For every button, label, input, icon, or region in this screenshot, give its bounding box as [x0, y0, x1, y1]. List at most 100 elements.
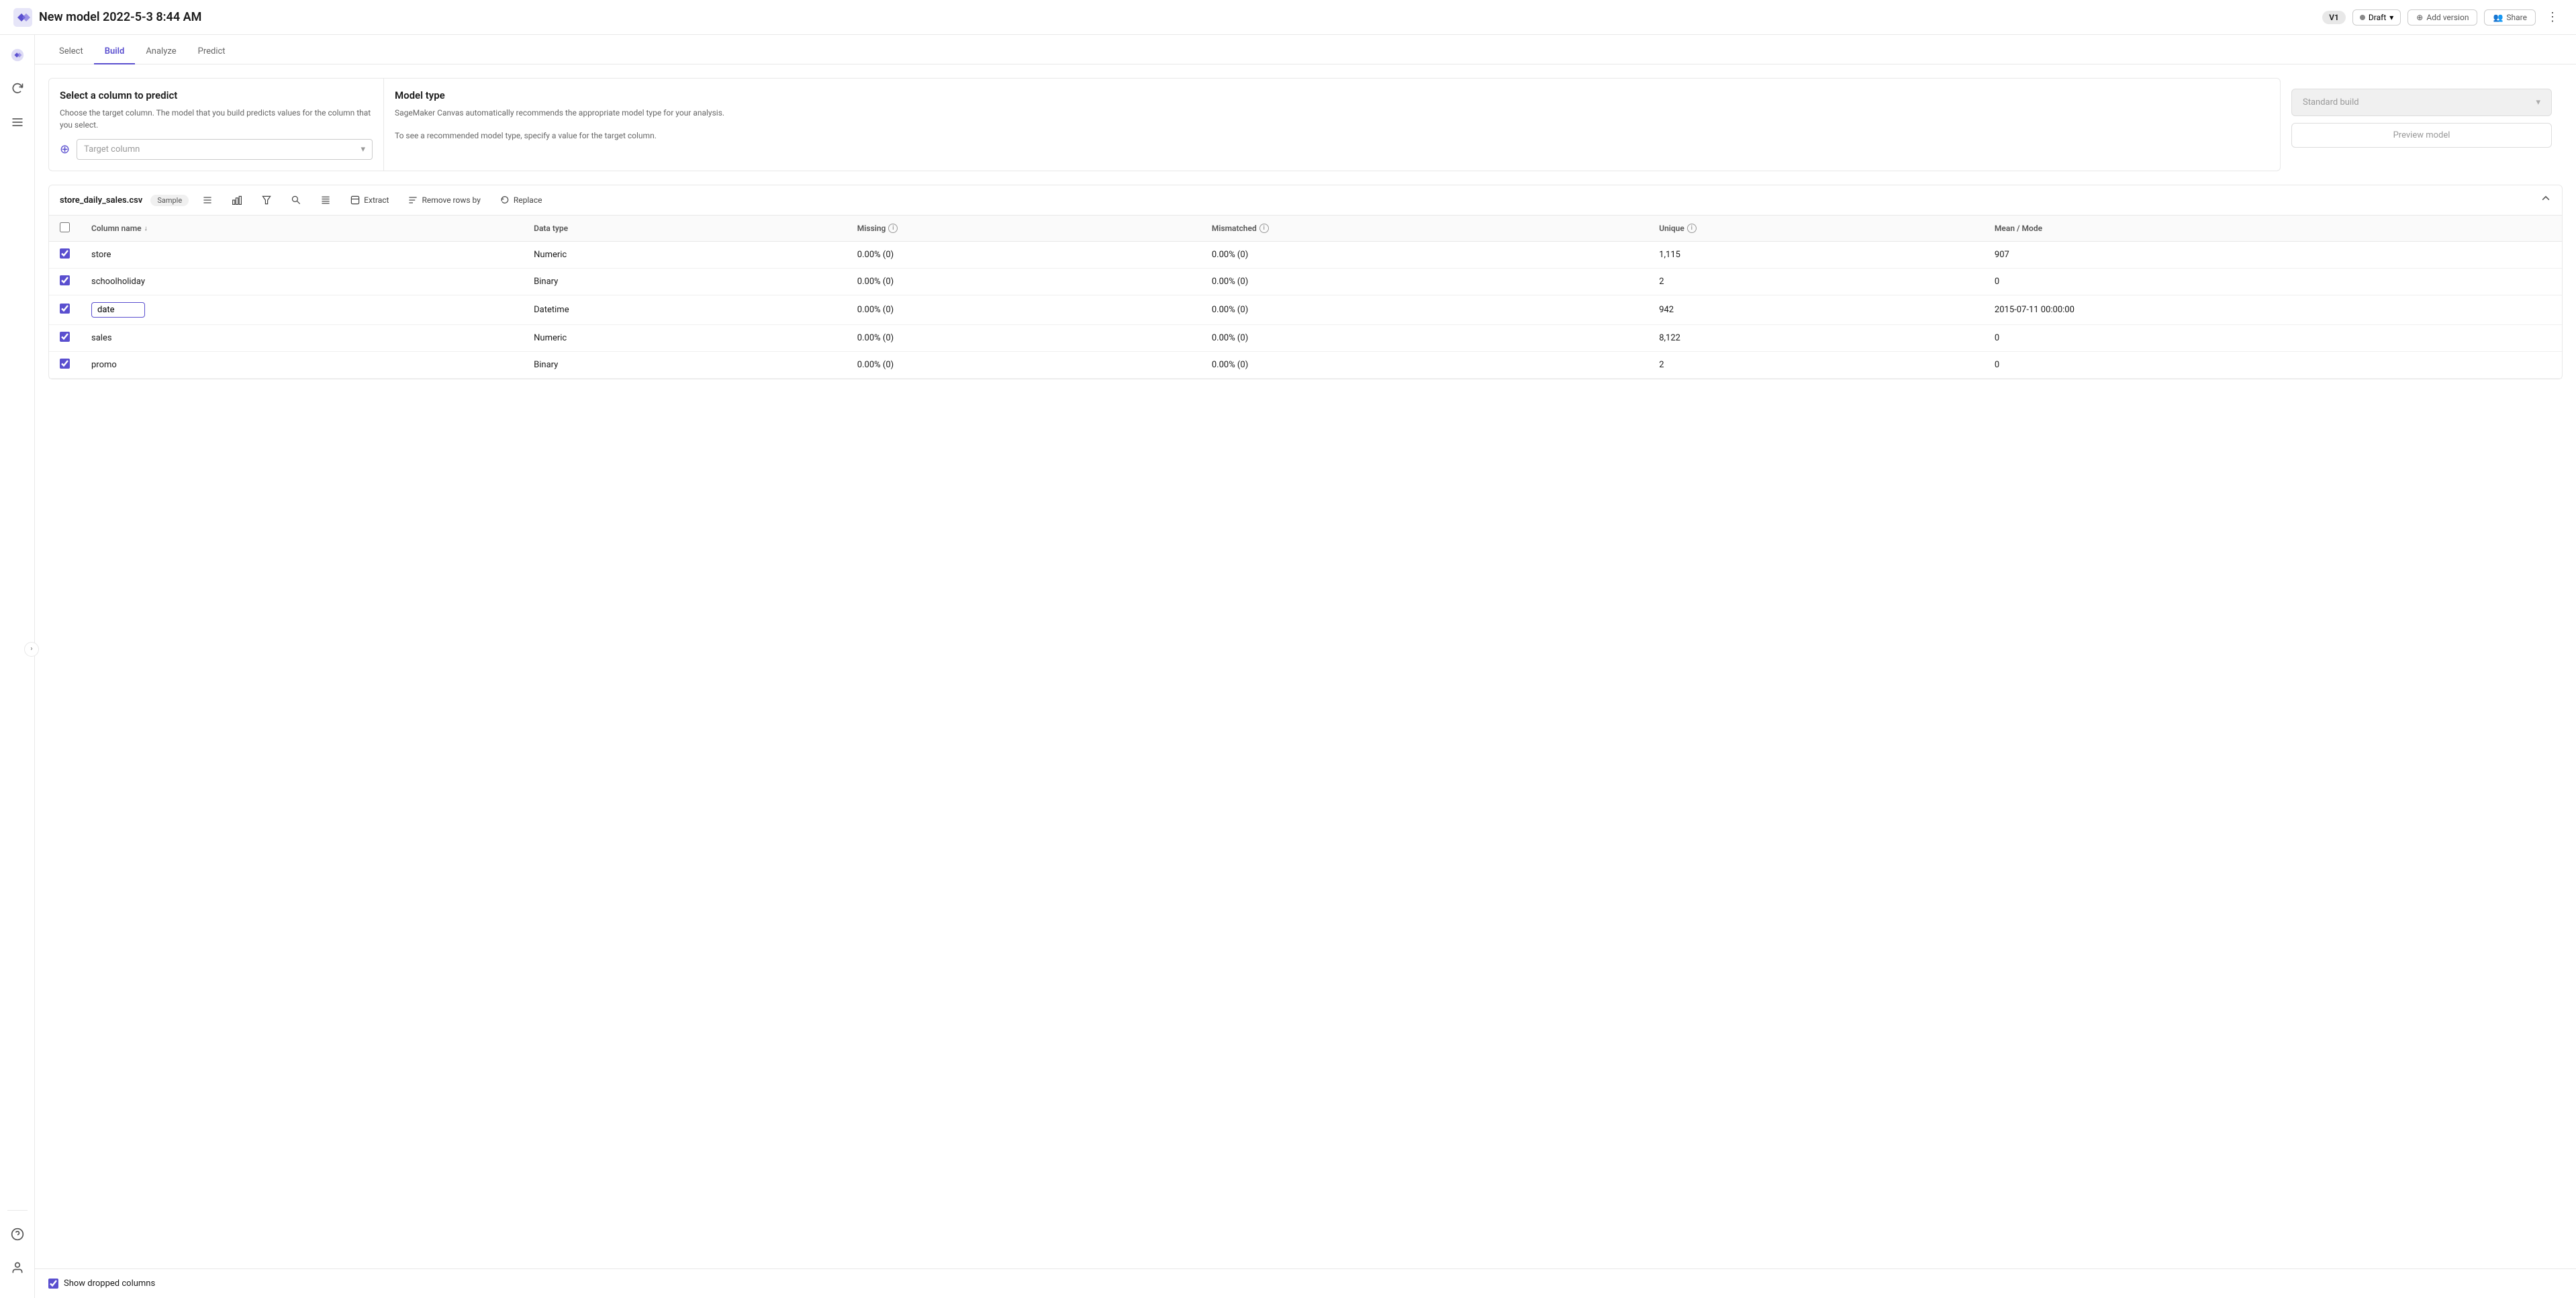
th-missing: Missing i — [847, 216, 1201, 242]
draft-chevron-icon: ▾ — [2389, 13, 2393, 22]
row-1-data-type: Binary — [523, 269, 847, 295]
replace-button[interactable]: Replace — [494, 192, 548, 208]
tab-build[interactable]: Build — [94, 40, 136, 64]
tabs-bar: Select Build Analyze Predict — [35, 35, 2576, 64]
search-button[interactable] — [285, 192, 307, 208]
collapse-button[interactable] — [2540, 193, 2551, 207]
tab-predict[interactable]: Predict — [187, 40, 236, 64]
th-data-type-label: Data type — [534, 224, 568, 233]
row-4-mismatched: 0.00% (0) — [1201, 352, 1648, 379]
app-layout: Select Build Analyze Predict Select a co… — [0, 35, 2576, 1298]
extract-button[interactable]: Extract — [344, 192, 394, 208]
model-title: New model 2022-5-3 8:44 AM — [39, 10, 201, 24]
columns-button[interactable] — [315, 192, 336, 208]
more-options-button[interactable]: ⋮ — [2542, 9, 2563, 26]
row-3-column-name: sales — [91, 333, 112, 343]
th-column-name[interactable]: Column name ↓ — [81, 216, 523, 242]
table-row: sales Numeric 0.00% (0) 0.00% (0) 8,122 … — [49, 325, 2562, 352]
header-left: New model 2022-5-3 8:44 AM — [13, 8, 201, 27]
sidebar-refresh-icon[interactable] — [7, 79, 28, 99]
standard-build-label: Standard build — [2303, 97, 2359, 107]
row-0-unique: 1,115 — [1648, 242, 1984, 269]
row-4-column-name: promo — [91, 360, 117, 370]
top-header: New model 2022-5-3 8:44 AM V1 Draft ▾ ⊕ … — [0, 0, 2576, 35]
expand-sidebar-button[interactable]: › — [24, 642, 39, 657]
row-0-checkbox-cell — [49, 242, 81, 269]
show-dropped-text: Show dropped columns — [64, 1279, 155, 1289]
remove-rows-label: Remove rows by — [422, 195, 480, 205]
th-mismatched-label: Mismatched — [1212, 224, 1257, 233]
draft-dot — [2360, 15, 2365, 20]
sidebar-help-icon[interactable] — [7, 1224, 28, 1244]
row-3-name-cell: sales — [81, 325, 523, 352]
row-1-name-cell: schoolholiday — [81, 269, 523, 295]
select-all-checkbox[interactable] — [60, 222, 70, 232]
row-0-column-name: store — [91, 250, 111, 260]
row-1-mismatched: 0.00% (0) — [1201, 269, 1648, 295]
row-4-name-cell: promo — [81, 352, 523, 379]
row-4-checkbox[interactable] — [60, 359, 70, 369]
th-checkbox — [49, 216, 81, 242]
table-header: Column name ↓ Data type Missing i — [49, 216, 2562, 242]
remove-rows-button[interactable]: Remove rows by — [402, 192, 485, 208]
extract-label: Extract — [364, 195, 389, 205]
standard-build-button[interactable]: Standard build ▾ — [2291, 89, 2552, 116]
row-0-mean-mode: 907 — [1984, 242, 2562, 269]
row-3-checkbox[interactable] — [60, 332, 70, 342]
th-mean-mode: Mean / Mode — [1984, 216, 2562, 242]
logo-icon — [13, 8, 32, 27]
left-sidebar — [0, 35, 35, 1298]
row-2-column-name-input[interactable] — [91, 302, 145, 318]
file-name-label: store_daily_sales.csv — [60, 195, 142, 205]
row-4-data-type: Binary — [523, 352, 847, 379]
row-2-mismatched: 0.00% (0) — [1201, 295, 1648, 325]
sidebar-user-icon[interactable] — [7, 1258, 28, 1278]
row-1-unique: 2 — [1648, 269, 1984, 295]
sidebar-bottom — [7, 1210, 28, 1288]
row-4-unique: 2 — [1648, 352, 1984, 379]
preview-model-button[interactable]: Preview model — [2291, 123, 2552, 148]
row-0-checkbox[interactable] — [60, 248, 70, 259]
table-row: Datetime 0.00% (0) 0.00% (0) 942 2015-07… — [49, 295, 2562, 325]
target-column-select[interactable]: Target column ▾ — [77, 139, 373, 160]
share-icon: 👥 — [2493, 13, 2503, 22]
row-2-unique: 942 — [1648, 295, 1984, 325]
th-missing-label: Missing — [857, 224, 886, 233]
row-1-checkbox[interactable] — [60, 275, 70, 285]
add-version-plus-icon: ⊕ — [2416, 13, 2423, 22]
th-mean-mode-label: Mean / Mode — [1995, 224, 2042, 233]
th-unique: Unique i — [1648, 216, 1984, 242]
share-button[interactable]: 👥 Share — [2484, 9, 2536, 26]
show-dropped-label[interactable]: Show dropped columns — [48, 1279, 155, 1289]
row-0-missing: 0.00% (0) — [847, 242, 1201, 269]
row-1-column-name: schoolholiday — [91, 277, 145, 287]
draft-button[interactable]: Draft ▾ — [2352, 9, 2401, 26]
tab-select[interactable]: Select — [48, 40, 94, 64]
data-section: store_daily_sales.csv Sample — [48, 185, 2563, 379]
data-toolbar: store_daily_sales.csv Sample — [49, 185, 2562, 216]
show-dropped-checkbox[interactable] — [48, 1279, 58, 1289]
row-1-missing: 0.00% (0) — [847, 269, 1201, 295]
row-2-missing: 0.00% (0) — [847, 295, 1201, 325]
row-3-mismatched: 0.00% (0) — [1201, 325, 1648, 352]
add-version-button[interactable]: ⊕ Add version — [2407, 9, 2477, 26]
sidebar-menu-icon[interactable] — [7, 112, 28, 132]
row-2-checkbox[interactable] — [60, 304, 70, 314]
header-right: V1 Draft ▾ ⊕ Add version 👥 Share ⋮ — [2322, 9, 2563, 26]
content-area: Select a column to predict Choose the ta… — [35, 64, 2576, 1298]
sidebar-logo-icon[interactable] — [7, 45, 28, 65]
preview-model-label: Preview model — [2393, 130, 2450, 140]
filter-button[interactable] — [256, 192, 277, 208]
sidebar-divider — [7, 1210, 28, 1211]
share-label: Share — [2506, 13, 2527, 22]
chart-view-button[interactable] — [226, 192, 248, 208]
bottom-bar: Show dropped columns — [35, 1268, 2576, 1298]
list-view-button[interactable] — [197, 192, 218, 208]
tab-analyze[interactable]: Analyze — [135, 40, 187, 64]
th-mismatched: Mismatched i — [1201, 216, 1648, 242]
replace-label: Replace — [514, 195, 542, 205]
row-4-checkbox-cell — [49, 352, 81, 379]
th-missing-info-icon: i — [888, 224, 898, 233]
table-row: promo Binary 0.00% (0) 0.00% (0) 2 0 — [49, 352, 2562, 379]
th-column-name-label: Column name — [91, 224, 142, 233]
